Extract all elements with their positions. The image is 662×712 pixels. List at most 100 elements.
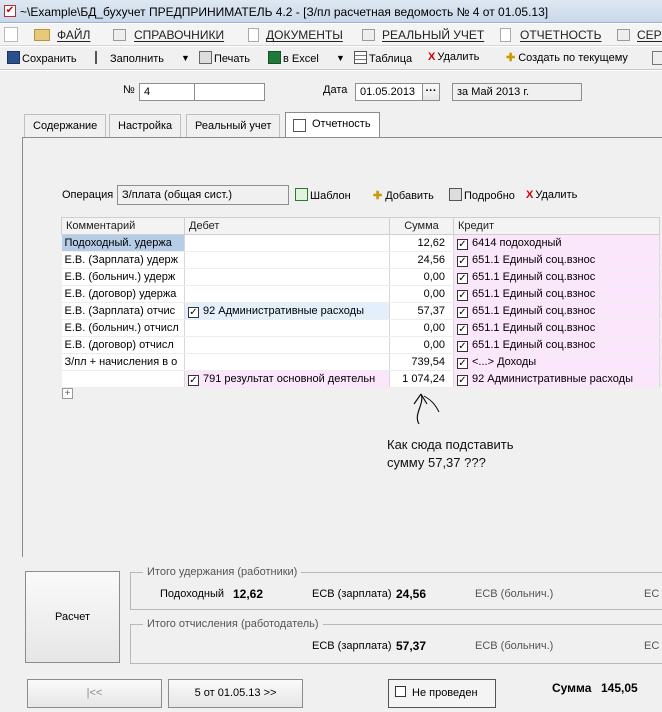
cell-comment[interactable]: Е.В. (договор) отчисл: [61, 336, 185, 354]
new-document-icon[interactable]: [4, 27, 18, 42]
credit-checkbox[interactable]: ✓: [457, 272, 468, 284]
tab-reports[interactable]: Отчетность: [285, 112, 380, 138]
cell-debet[interactable]: [184, 353, 390, 371]
credit-checkbox[interactable]: ✓: [457, 255, 468, 267]
menu-file[interactable]: ФАЙЛ: [57, 28, 90, 42]
credit-checkbox[interactable]: ✓: [457, 357, 468, 369]
print-button[interactable]: Печать: [199, 51, 250, 65]
cell-sum[interactable]: 0,00: [389, 336, 454, 354]
table-button[interactable]: Таблица: [354, 51, 412, 65]
fill-button[interactable]: Заполнить: [95, 51, 164, 65]
table-row[interactable]: Е.В. (договор) отчисл 0,00 ✓ 651.1 Единый с…: [61, 336, 660, 354]
date-field[interactable]: 01.05.2013: [355, 83, 423, 101]
cell-credit[interactable]: ✓ 651.1 Единый соц.взнос: [453, 268, 660, 286]
cell-sum[interactable]: 0,00: [389, 285, 454, 303]
accrual-esv-sick-label: ЕСВ (больнич.): [475, 640, 554, 652]
credit-checkbox[interactable]: ✓: [457, 306, 468, 318]
credit-checkbox[interactable]: ✓: [457, 340, 468, 352]
credit-account: 651.1 Единый соц.взнос: [472, 253, 596, 266]
cell-comment[interactable]: Подоходный. удержа: [61, 234, 185, 252]
menu-service[interactable]: СЕРВ: [637, 28, 662, 42]
cell-comment[interactable]: З/пл + начисления в о: [61, 353, 185, 371]
excel-dropdown-icon[interactable]: ▼: [336, 53, 345, 63]
cell-debet[interactable]: [184, 251, 390, 269]
cell-credit[interactable]: ✓ 651.1 Единый соц.взнос: [453, 302, 660, 320]
table-row[interactable]: З/пл + начисления в о 739,54 ✓ <...> Доходы: [61, 353, 660, 371]
tab-content[interactable]: Содержание: [24, 114, 107, 138]
cell-sum[interactable]: 12,62: [389, 234, 454, 252]
tab-real-accounting[interactable]: Реальный учет: [186, 114, 281, 138]
credit-checkbox[interactable]: ✓: [457, 374, 468, 386]
cell-debet[interactable]: ✓ 92 Административные расходы: [184, 302, 390, 320]
menu-real-accounting[interactable]: РЕАЛЬНЫЙ УЧЕТ: [382, 28, 484, 42]
cell-debet[interactable]: [184, 268, 390, 286]
details-button[interactable]: Подробно: [449, 188, 515, 202]
cell-sum[interactable]: 739,54: [389, 353, 454, 371]
credit-checkbox[interactable]: ✓: [457, 238, 468, 250]
excel-button[interactable]: в Excel: [268, 51, 319, 65]
cell-sum[interactable]: 0,00: [389, 319, 454, 337]
column-debet[interactable]: Дебет: [184, 217, 390, 235]
column-sum[interactable]: Сумма: [389, 217, 454, 235]
operation-field[interactable]: З/плата (общая сист.): [117, 185, 289, 205]
table-row[interactable]: ✓ 791 результат основной деятельн 1 074,24…: [61, 370, 660, 388]
calculate-button[interactable]: Расчет: [25, 571, 120, 663]
add-row-button[interactable]: ✚ Добавить: [373, 189, 434, 202]
cell-credit[interactable]: ✓ 651.1 Единый соц.взнос: [453, 251, 660, 269]
add-row-plus-button[interactable]: +: [62, 388, 73, 399]
column-comment[interactable]: Комментарий: [61, 217, 185, 235]
cell-sum[interactable]: 24,56: [389, 251, 454, 269]
credit-account: 651.1 Единый соц.взнос: [472, 304, 596, 317]
credit-checkbox[interactable]: ✓: [457, 323, 468, 335]
cell-debet[interactable]: [184, 336, 390, 354]
cell-credit[interactable]: ✓ <...> Доходы: [453, 353, 660, 371]
cell-credit[interactable]: ✓ 92 Административные расходы: [453, 370, 660, 388]
cell-credit[interactable]: ✓ 651.1 Единый соц.взнос: [453, 336, 660, 354]
cell-sum[interactable]: 57,37: [389, 302, 454, 320]
table-row[interactable]: Е.В. (больнич.) удерж 0,00 ✓ 651.1 Единый с…: [61, 268, 660, 286]
withholding-esv-salary-label: ЕСВ (зарплата): [312, 588, 392, 600]
fill-dropdown-icon[interactable]: ▼: [181, 53, 190, 63]
delete-row-button[interactable]: X Удалить: [526, 189, 577, 201]
posted-checkbox[interactable]: [395, 686, 406, 697]
menu-references[interactable]: СПРАВОЧНИКИ: [134, 28, 224, 42]
credit-checkbox[interactable]: ✓: [457, 289, 468, 301]
cell-debet[interactable]: ✓ 791 результат основной деятельн: [184, 370, 390, 388]
cell-comment[interactable]: [61, 370, 185, 388]
menu-documents[interactable]: ДОКУМЕНТЫ: [266, 28, 343, 42]
table-row[interactable]: Подоходный. удержа 12,62 ✓ 6414 подоходный: [61, 234, 660, 252]
table-row[interactable]: Е.В. (договор) удержа 0,00 ✓ 651.1 Единый с…: [61, 285, 660, 303]
save-button[interactable]: Сохранить: [7, 51, 77, 65]
debet-checkbox[interactable]: ✓: [188, 306, 199, 318]
cell-credit[interactable]: ✓ 651.1 Единый соц.взнос: [453, 285, 660, 303]
column-credit[interactable]: Кредит: [453, 217, 660, 235]
cell-credit[interactable]: ✓ 651.1 Единый соц.взнос: [453, 319, 660, 337]
table-row[interactable]: Е.В. (Зарплата) удерж 24,56 ✓ 651.1 Единый …: [61, 251, 660, 269]
cell-debet[interactable]: [184, 319, 390, 337]
cell-comment[interactable]: Е.В. (больнич.) отчисл: [61, 319, 185, 337]
cell-comment[interactable]: Е.В. (больнич.) удерж: [61, 268, 185, 286]
next-document-button[interactable]: 5 от 01.05.13 >>: [168, 679, 303, 708]
extra-tool-icon[interactable]: [652, 51, 662, 65]
cell-debet[interactable]: [184, 285, 390, 303]
cell-debet[interactable]: [184, 234, 390, 252]
delete-button[interactable]: X Удалить: [428, 51, 479, 63]
debet-checkbox[interactable]: ✓: [188, 374, 199, 386]
number-suffix-field[interactable]: [194, 83, 265, 101]
cell-sum[interactable]: 1 074,24: [389, 370, 454, 388]
cell-comment[interactable]: Е.В. (Зарплата) удерж: [61, 251, 185, 269]
cell-comment[interactable]: Е.В. (Зарплата) отчис: [61, 302, 185, 320]
table-row[interactable]: Е.В. (Зарплата) отчис ✓ 92 Административны…: [61, 302, 660, 320]
menu-reports[interactable]: ОТЧЕТНОСТЬ: [520, 28, 601, 42]
table-row[interactable]: Е.В. (больнич.) отчисл 0,00 ✓ 651.1 Единый …: [61, 319, 660, 337]
create-by-current-button[interactable]: ✚ Создать по текущему: [506, 51, 628, 64]
cell-comment[interactable]: Е.В. (договор) удержа: [61, 285, 185, 303]
template-button[interactable]: Шаблон: [295, 188, 351, 202]
first-document-button[interactable]: |<<: [27, 679, 162, 708]
posted-toggle[interactable]: Не проведен: [388, 679, 496, 708]
tab-settings[interactable]: Настройка: [109, 114, 182, 138]
cell-credit[interactable]: ✓ 6414 подоходный: [453, 234, 660, 252]
cell-sum[interactable]: 0,00: [389, 268, 454, 286]
date-picker-button[interactable]: ···: [422, 83, 440, 101]
number-field[interactable]: 4: [139, 83, 195, 101]
